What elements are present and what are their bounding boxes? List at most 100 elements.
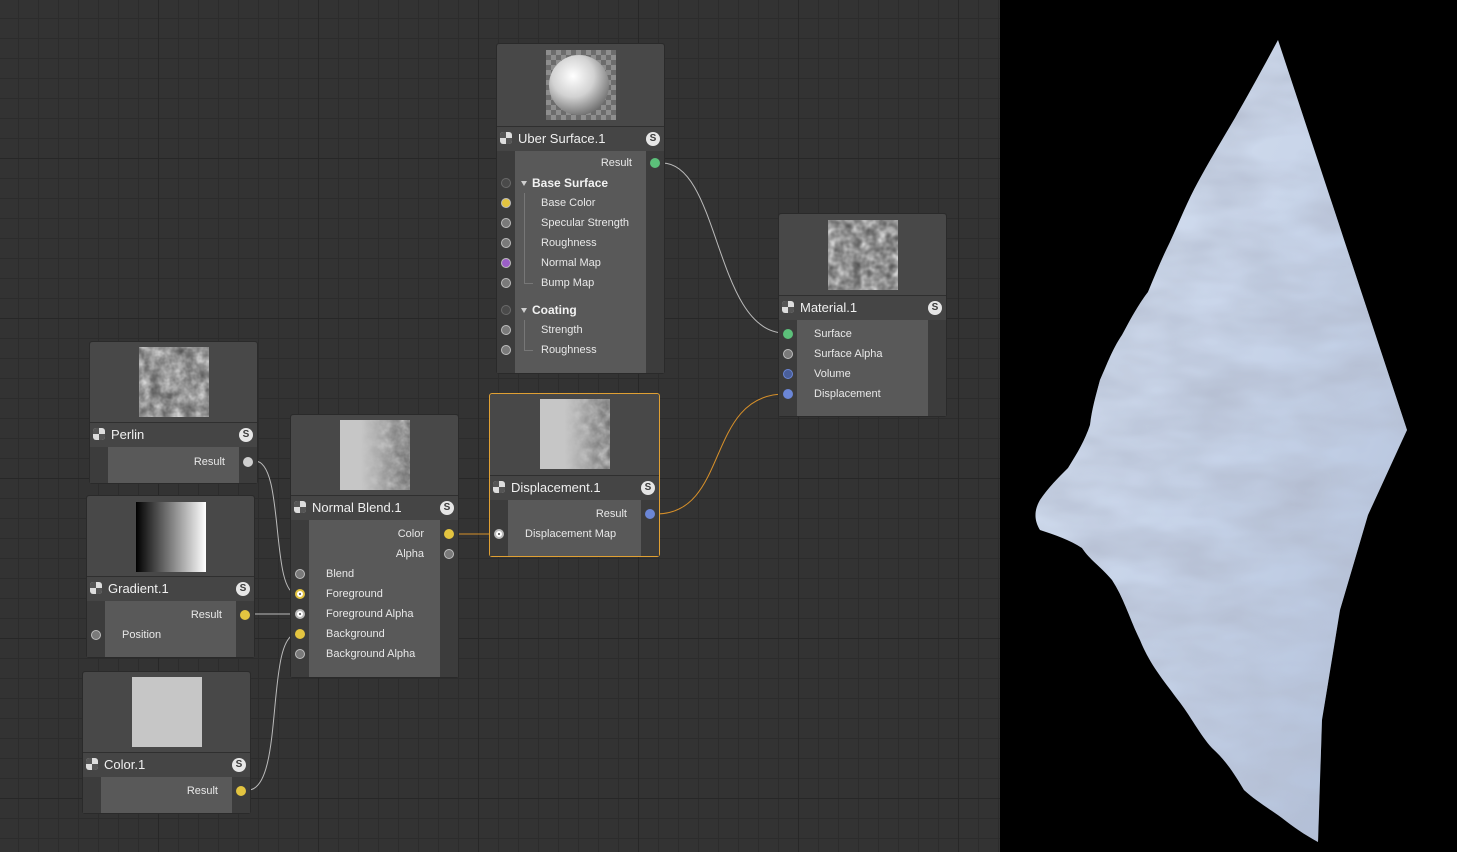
displacement-label: Displacement <box>814 388 881 400</box>
specular-strength-label: Specular Strength <box>541 217 630 229</box>
node-preview <box>779 214 946 298</box>
base-color-label: Base Color <box>541 197 596 209</box>
coating-strength-input-port[interactable] <box>501 325 511 335</box>
result-output-port[interactable] <box>236 786 246 796</box>
node-header[interactable]: Color.1 S <box>83 752 250 778</box>
node-type-icon <box>90 582 102 594</box>
specular-strength-input-port[interactable] <box>501 218 511 228</box>
normal-map-input-port[interactable] <box>501 258 511 268</box>
normal-blend-node[interactable]: Normal Blend.1 S Color Alpha Blend Foreg… <box>290 414 459 678</box>
blend-preview-icon <box>339 420 410 490</box>
color-node[interactable]: Color.1 S Result <box>82 671 251 814</box>
node-header[interactable]: Gradient.1 S <box>87 576 254 602</box>
solo-badge[interactable]: S <box>236 582 250 596</box>
coating-strength-label: Strength <box>541 324 583 336</box>
coating-group-label[interactable]: Coating <box>532 300 577 320</box>
color-output-label: Color <box>397 528 424 540</box>
color-output-port[interactable] <box>444 529 454 539</box>
gradient-node[interactable]: Gradient.1 S Result Position <box>86 495 255 658</box>
node-body: Result Base Surface Base Color Specular … <box>497 151 664 373</box>
coating-roughness-input-port[interactable] <box>501 345 511 355</box>
foreground-alpha-input-port[interactable] <box>295 609 305 619</box>
node-graph-editor[interactable]: Uber Surface.1 S Result Base Surface Bas… <box>0 0 1000 852</box>
node-title: Normal Blend.1 <box>312 500 402 515</box>
result-output-label: Result <box>190 609 222 621</box>
coating-roughness-label: Roughness <box>541 344 597 356</box>
collapse-arrow-icon[interactable] <box>521 308 527 313</box>
surface-label: Surface <box>814 328 852 340</box>
sphere-preview-icon <box>545 50 616 120</box>
node-preview <box>90 342 257 426</box>
node-title: Gradient.1 <box>108 581 169 596</box>
node-header[interactable]: Material.1 S <box>779 295 946 321</box>
node-preview <box>291 415 458 499</box>
foreground-input-port[interactable] <box>295 589 305 599</box>
node-title: Displacement.1 <box>511 480 601 495</box>
perlin-node[interactable]: Perlin S Result <box>89 341 258 484</box>
uber-surface-node[interactable]: Uber Surface.1 S Result Base Surface Bas… <box>496 43 665 374</box>
base-surface-group-label[interactable]: Base Surface <box>532 173 608 193</box>
base-color-input-port[interactable] <box>501 198 511 208</box>
alpha-output-label: Alpha <box>395 548 424 560</box>
node-header[interactable]: Normal Blend.1 S <box>291 495 458 521</box>
displaced-plane-mesh <box>1035 40 1407 842</box>
solo-badge[interactable]: S <box>928 301 942 315</box>
result-output-label: Result <box>193 456 225 468</box>
result-output-port[interactable] <box>645 509 655 519</box>
tree-line <box>524 193 533 284</box>
volume-label: Volume <box>814 368 851 380</box>
wire-displacement-to-material <box>655 393 786 515</box>
blend-input-port[interactable] <box>295 569 305 579</box>
result-output-port[interactable] <box>650 158 660 168</box>
solo-badge[interactable]: S <box>646 132 660 146</box>
result-output-port[interactable] <box>243 457 253 467</box>
background-alpha-input-port[interactable] <box>295 649 305 659</box>
blend-label: Blend <box>326 568 355 580</box>
node-header[interactable]: Displacement.1 S <box>490 475 659 501</box>
result-output-label: Result <box>595 508 627 520</box>
solo-badge[interactable]: S <box>440 501 454 515</box>
alpha-output-port[interactable] <box>444 549 454 559</box>
collapse-arrow-icon[interactable] <box>521 181 527 186</box>
solo-badge[interactable]: S <box>232 758 246 772</box>
wire-uber-to-material-surface <box>661 162 786 334</box>
volume-input-port[interactable] <box>783 369 793 379</box>
color-swatch-icon <box>131 677 202 747</box>
bump-map-input-port[interactable] <box>501 278 511 288</box>
node-title: Perlin <box>111 427 145 442</box>
node-type-icon <box>86 758 98 770</box>
node-preview <box>490 394 659 478</box>
gradient-preview-icon <box>135 502 206 572</box>
node-header[interactable]: Uber Surface.1 S <box>497 126 664 152</box>
roughness-input-port[interactable] <box>501 238 511 248</box>
node-type-icon <box>93 428 105 440</box>
normal-map-label: Normal Map <box>541 257 601 269</box>
material-node[interactable]: Material.1 S Surface Surface Alpha Volum… <box>778 213 947 417</box>
solo-badge[interactable]: S <box>239 428 253 442</box>
node-body: Result Displacement Map <box>490 500 659 556</box>
node-title: Color.1 <box>104 757 146 772</box>
displacement-node[interactable]: Displacement.1 S Result Displacement Map <box>489 393 660 557</box>
coating-group-port[interactable] <box>501 305 511 315</box>
surface-input-port[interactable] <box>783 329 793 339</box>
node-body: Result Position <box>87 601 254 657</box>
result-output-port[interactable] <box>240 610 250 620</box>
surface-alpha-input-port[interactable] <box>783 349 793 359</box>
base-surface-group-port[interactable] <box>501 178 511 188</box>
node-type-icon <box>294 501 306 513</box>
node-type-icon <box>500 132 512 144</box>
position-label: Position <box>122 629 162 641</box>
node-title: Material.1 <box>800 300 858 315</box>
displacement-preview-icon <box>539 399 610 469</box>
solo-badge[interactable]: S <box>641 481 655 495</box>
render-viewport[interactable] <box>1000 0 1457 852</box>
material-preview-icon <box>827 220 898 290</box>
noise-preview-icon <box>138 347 209 417</box>
node-header[interactable]: Perlin S <box>90 422 257 448</box>
foreground-label: Foreground <box>326 588 383 600</box>
background-input-port[interactable] <box>295 629 305 639</box>
displacement-map-input-port[interactable] <box>494 529 504 539</box>
displacement-input-port[interactable] <box>783 389 793 399</box>
background-label: Background <box>326 628 385 640</box>
position-input-port[interactable] <box>91 630 101 640</box>
